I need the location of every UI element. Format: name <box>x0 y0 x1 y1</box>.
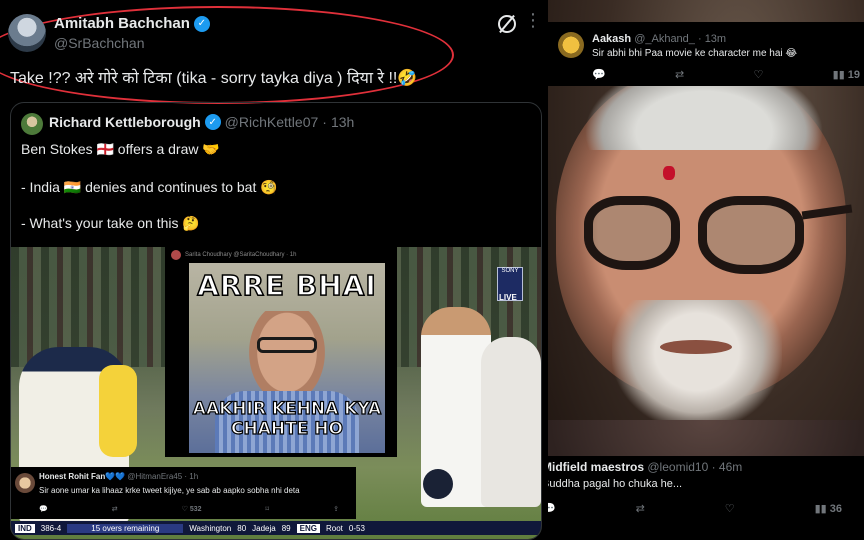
views-icon[interactable]: ▮▮ 36 <box>815 502 842 516</box>
meme-bottom-text: AAKHIR KEHNA KYA CHAHTE HO <box>189 398 385 439</box>
like-count: 532 <box>189 506 202 513</box>
meme-header-text: Sarita Choudhary @SaritaChoudhary · 1h <box>185 252 297 258</box>
more-icon[interactable]: ⋮ <box>524 10 542 31</box>
bookmark-icon[interactable]: ⌑ <box>266 505 270 513</box>
meme-bottom-line: CHAHTE HO <box>230 418 343 439</box>
reply-overlay[interactable]: Honest Rohit Fan💙💙 @HitmanEra45 · 1h Sir… <box>11 467 356 519</box>
meme-header: Sarita Choudhary @SaritaChoudhary · 1h <box>171 250 296 260</box>
views-icon[interactable]: ▮▮ 19 <box>833 68 860 82</box>
quoted-time-separator: · <box>322 114 327 130</box>
reply-icon[interactable]: 💬 <box>592 68 606 81</box>
retweet-icon[interactable]: ⇄ <box>636 502 645 515</box>
reply-author-handle[interactable]: @leomid10 · 46m <box>647 460 742 474</box>
reply-author-name[interactable]: Honest Rohit Fan💙💙 <box>39 472 125 481</box>
right-panel: Aakash @_Akhand_ · 13m Sir abhi bhi Paa … <box>548 0 864 540</box>
reply-icon[interactable]: 💬 <box>548 502 556 515</box>
view-count: 19 <box>847 68 860 81</box>
avatar[interactable] <box>558 32 584 58</box>
reply-author[interactable]: Honest Rohit Fan💙💙 @HitmanEra45 · 1h <box>39 472 198 481</box>
batter1: Washington <box>189 523 232 533</box>
bowler-figures: 0-53 <box>348 523 365 533</box>
author-handle[interactable]: @SrBachchan <box>54 35 144 51</box>
grok-icon[interactable] <box>498 15 516 33</box>
reply-actions: 💬 ⇄ ♡ ▮▮ 19 <box>592 68 860 82</box>
tweet-text: Take !?? अरे गोरे को टिका (tika - sorry … <box>10 70 418 87</box>
portrait-glasses-right <box>698 196 804 274</box>
avatar[interactable] <box>21 113 43 135</box>
meme-top-text: ARRE BHAI <box>196 268 377 303</box>
portrait-tilak <box>663 166 675 180</box>
reply-actions: 💬 ⇄ ♡ 532 ⌑ ⇪ <box>39 505 339 513</box>
batter1-runs: 80 <box>237 523 247 533</box>
share-icon[interactable]: ⇪ <box>333 505 339 513</box>
retweet-icon[interactable]: ⇄ <box>112 505 118 513</box>
reply-card-aakash[interactable]: Aakash @_Akhand_ · 13m Sir abhi bhi Paa … <box>548 22 864 86</box>
team1: IND <box>15 523 35 533</box>
quoted-tweet[interactable]: Richard Kettleborough ✓ @RichKettle07 · … <box>10 102 542 540</box>
overs-remaining: 15 overs remaining <box>67 523 184 533</box>
batter2-runs: 89 <box>281 523 291 533</box>
reply-card-midfield[interactable]: Midfield maestros @leomid10 · 46m Buddha… <box>548 456 864 540</box>
umpire-figure <box>481 337 541 507</box>
avatar[interactable] <box>8 14 46 52</box>
view-count: 36 <box>829 502 842 515</box>
author-name-text[interactable]: Amitabh Bachchan <box>54 15 190 32</box>
reply-author-name[interactable]: Midfield maestros <box>548 460 644 474</box>
quoted-line: - India 🇮🇳 denies and continues to bat 🧐 <box>21 179 278 195</box>
avatar[interactable] <box>15 473 35 493</box>
reply-author-handle[interactable]: @_Akhand_ · 13m <box>634 33 726 45</box>
reply-actions: 💬 ⇄ ♡ ▮▮ 36 <box>548 502 842 516</box>
author-name[interactable]: Amitabh Bachchan ✓ <box>54 15 210 32</box>
portrait-beard <box>612 300 782 430</box>
meme-face <box>249 311 325 403</box>
quoted-author-handle[interactable]: @RichKettle07 <box>225 114 319 130</box>
avatar <box>171 250 181 260</box>
reply-author-name[interactable]: Aakash <box>592 33 631 45</box>
like-icon[interactable]: ♡ 532 <box>182 505 202 513</box>
reply-author[interactable]: Aakash @_Akhand_ · 13m <box>592 33 726 45</box>
reply-author-handle[interactable]: @HitmanEra45 · 1h <box>127 472 198 481</box>
team2: ENG <box>296 523 320 533</box>
tweet-media-image[interactable]: SONY LIVE Sarita Choudhary @SaritaChoudh… <box>11 247 541 539</box>
batter-pad <box>99 365 137 457</box>
retweet-icon[interactable]: ⇄ <box>675 68 684 81</box>
verified-icon: ✓ <box>204 114 221 130</box>
meme-glasses <box>257 337 317 353</box>
main-tweet-panel: Amitabh Bachchan ✓ @SrBachchan ⋮ Take !?… <box>0 0 548 540</box>
reply-author[interactable]: Midfield maestros @leomid10 · 46m <box>548 460 742 474</box>
meme-card: Sarita Choudhary @SaritaChoudhary · 1h A… <box>165 247 397 457</box>
quoted-author-name[interactable]: Richard Kettleborough <box>49 114 201 130</box>
scorebar: IND 386-4 15 overs remaining Washington … <box>11 521 541 535</box>
quoted-author[interactable]: Richard Kettleborough ✓ @RichKettle07 · … <box>49 114 354 130</box>
meme-bottom-line: AAKHIR KEHNA KYA <box>192 398 382 419</box>
meme-image: ARRE BHAI AAKHIR KEHNA KYA CHAHTE HO <box>189 263 385 453</box>
reply-text: Sir aone umar ka lihaaz krke tweet kijiy… <box>39 486 300 495</box>
reply-text: Sir abhi bhi Paa movie ke character me h… <box>592 48 798 59</box>
portrait-glasses-left <box>584 196 680 270</box>
batter2: Jadeja <box>252 523 276 533</box>
like-icon[interactable]: ♡ <box>725 502 735 515</box>
live-label: LIVE <box>499 293 517 302</box>
verified-icon: ✓ <box>193 15 210 32</box>
portrait-mouth <box>660 340 732 354</box>
score: 386-4 <box>40 523 62 533</box>
quoted-line: - What's your take on this 🤔 <box>21 215 200 231</box>
like-icon[interactable]: ♡ <box>753 68 763 81</box>
helmet <box>423 469 453 499</box>
bowler: Root <box>325 523 343 533</box>
quoted-time[interactable]: 13h <box>331 114 354 130</box>
quoted-line: Ben Stokes 🏴󠁧󠁢󠁥󠁮󠁧󠁿 offers a draw 🤝 <box>21 141 220 157</box>
reply-icon[interactable]: 💬 <box>39 505 48 513</box>
reply-text: Buddha pagal ho chuka he... <box>548 478 683 490</box>
